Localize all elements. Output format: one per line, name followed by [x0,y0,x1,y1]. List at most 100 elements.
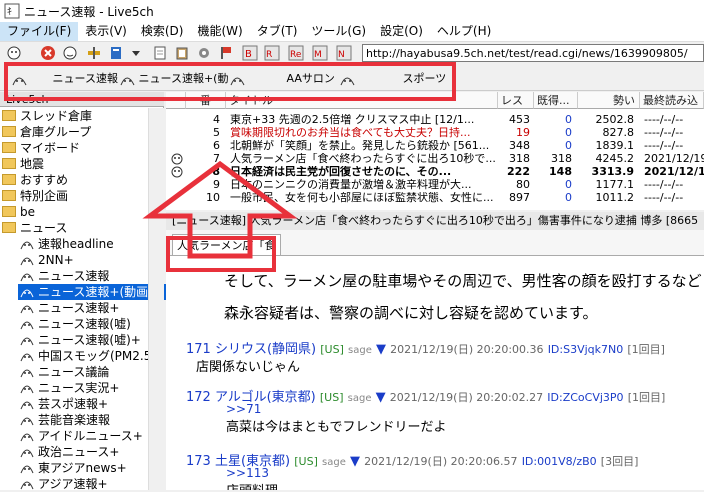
post-number[interactable]: 172 [186,390,211,405]
thread-cell-ikioi: 4245.2 [595,153,635,165]
col-ikioi[interactable]: 勢い [578,92,640,109]
board-b-icon[interactable]: B [242,45,258,61]
tree-label: 芸能音楽速報 [38,413,111,427]
thread-cell-res: 19 [516,127,530,139]
tree-label: 東アジアnews+ [38,461,127,475]
thread-cell-got: 0 [565,114,572,126]
app-icon: ｷ [4,3,20,19]
tree-folder[interactable]: 地震 [0,156,152,172]
tree-label: アジア速報+ [38,477,108,491]
menu-help[interactable]: ヘルプ(H) [430,22,498,41]
thread-cell-last: ----/--/-- [644,140,684,152]
tree-folder[interactable]: ニュース [0,220,152,236]
res-mark-icon[interactable]: M [312,45,328,61]
document-icon[interactable] [152,45,168,61]
tree-folder[interactable]: スレッド倉庫 [0,108,152,124]
post-menu-icon[interactable]: ▼ [376,342,386,357]
menu-view[interactable]: 表示(V) [78,22,134,41]
title-bar: ｷ ニュース速報 - Live5ch [0,0,704,22]
post-mail: sage [348,345,372,356]
post-body-line: 森永容疑者は、警察の調べに対し容疑を認めています。 [224,304,598,322]
tree-label: 地震 [20,157,45,171]
post-body: 店頭料理 [226,480,278,490]
tree-label: ニュース実況+ [38,381,120,395]
stop-icon[interactable] [40,45,56,61]
thread-row[interactable]: 4 東京+33 先週の2.5倍増 クリスマス中止 [12/1... 453 0 2502… [166,114,704,126]
folder-icon [2,190,16,201]
kao-icon [20,337,34,346]
post-tag: [US] [320,343,344,356]
menu-tools[interactable]: ツール(G) [304,22,373,41]
thread-cell-res: 222 [507,166,530,178]
post-id[interactable]: ID:001V8/zB0 [522,455,597,468]
thread-cell-res: 80 [516,179,530,191]
address-input[interactable] [362,44,704,62]
post-count: [1回目] [627,343,665,356]
tree-label: ニュース速報(嘘) [38,317,131,331]
post-mail: sage [347,393,372,404]
kao-icon [20,417,34,426]
tree-folder[interactable]: おすすめ [0,172,152,188]
tree-label: ニュース速報(嘘)+ [38,333,141,347]
folder-icon [2,222,16,233]
post-number[interactable]: 171 [186,342,211,357]
tools-icon[interactable] [86,45,102,61]
menu-function[interactable]: 機能(W) [190,22,249,41]
tree-label: マイボード [20,141,81,155]
tree-label: 速報headline [38,237,114,251]
post-date: 2021/12/19(日) 20:20:02.27 [389,391,544,404]
flag-icon[interactable] [218,45,234,61]
menu-tab[interactable]: タブ(T) [250,22,305,41]
thread-cell-res: 348 [509,140,530,152]
thread-cell-ikioi: 827.8 [602,127,635,139]
col-last-read[interactable]: 最終読み込 [640,92,704,109]
kao-icon [20,433,34,442]
highlight-box-linkbar [4,62,456,101]
post-id[interactable]: ID:ZCoCVj3P0 [547,391,623,404]
clipboard-icon[interactable] [174,45,190,61]
post-menu-icon[interactable]: ▼ [350,454,360,469]
post-anchor-link[interactable]: >>71 [226,402,261,416]
res-icon[interactable]: R [264,45,280,61]
kao-icon [20,353,34,362]
post-menu-icon[interactable]: ▼ [376,390,386,405]
thread-cell-got: 0 [565,127,572,139]
post-number[interactable]: 173 [186,454,211,469]
tree-folder[interactable]: 倉庫グループ [0,124,152,140]
thread-row[interactable]: 5 賞味期限切れのお弁当は食べても大丈夫？日持... 19 0 827.8 ----/--… [166,127,704,139]
menu-search[interactable]: 検索(D) [134,22,191,41]
thread-cell-no: 5 [213,127,220,139]
menu-file[interactable]: ファイル(F) [0,22,79,41]
thread-cell-ikioi: 2502.8 [595,114,635,126]
tree-label: 中国スモッグ(PM2.5) [38,349,157,363]
res-tab-icon[interactable]: Re [288,45,304,61]
svg-text:ｷ: ｷ [7,7,12,18]
book-icon[interactable] [108,45,124,61]
res-new-icon[interactable]: N [336,45,352,61]
face-icon[interactable] [6,45,22,61]
tree-folder[interactable]: マイボード [0,140,152,156]
thread-cell-res: 897 [509,192,530,204]
col-res[interactable]: レス [498,92,534,109]
menu-settings[interactable]: 設定(O) [373,22,430,41]
thread-content: そして、ラーメン屋の駐車場やその周辺で、男性客の顔を殴打するなどし 森永容疑者は… [166,256,704,490]
tree-label: 倉庫グループ [20,125,92,139]
tree-label: ニュース速報+ [38,301,120,315]
settings-icon[interactable] [196,45,212,61]
post-id[interactable]: ID:S3Vjqk7N0 [548,343,624,356]
thread-row[interactable]: 6 北朝鮮が「笑顔」を禁止。発見したら銃殺か [561... 348 0 1839.1-… [166,140,704,152]
dropdown-arrow-icon[interactable] [128,45,144,61]
tree-folder[interactable]: be [0,204,152,220]
post-mail: sage [322,457,346,468]
post-count: [3回目] [600,455,639,468]
tree-label: 2NN+ [38,253,74,267]
tree-folder[interactable]: 特別企画 [0,188,152,204]
col-got[interactable]: 既得... [534,92,578,109]
svg-text:M: M [314,50,322,60]
thread-cell-title: 東京+33 先週の2.5倍増 クリスマス中止 [12/1... [230,114,475,126]
thread-cell-ikioi: 3313.9 [591,166,634,178]
face-alt-icon[interactable] [62,45,78,61]
svg-text:N: N [338,50,345,60]
kao-icon [20,385,34,394]
post-anchor-link[interactable]: >>113 [226,466,269,480]
